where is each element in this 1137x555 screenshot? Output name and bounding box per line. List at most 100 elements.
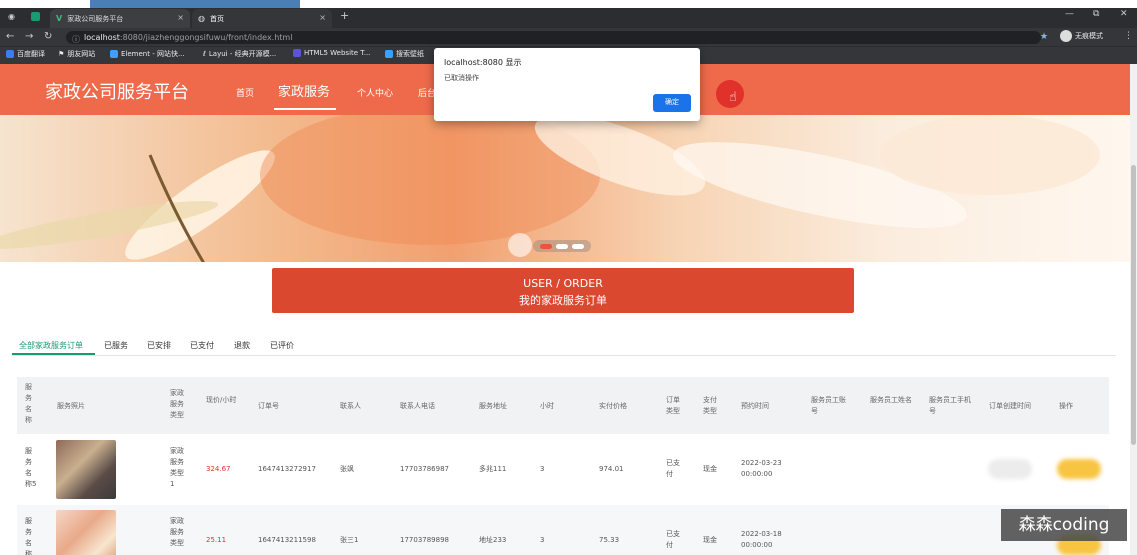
- col-pay-type: 支付类型: [703, 396, 717, 415]
- col-address: 服务地址: [479, 402, 507, 410]
- cell-paid: 974.01: [599, 465, 624, 473]
- col-hours: 小时: [540, 402, 554, 410]
- browser-menu-icon[interactable]: ◉: [8, 12, 15, 21]
- forward-icon[interactable]: →: [25, 31, 33, 42]
- close-icon[interactable]: ×: [319, 13, 326, 22]
- order-title-en: USER / ORDER: [523, 277, 603, 290]
- bookmark-item[interactable]: ℓ Layui - 经典开源模...: [203, 49, 276, 59]
- blurred-cell: [988, 459, 1032, 479]
- nav-active-underline: [274, 108, 336, 110]
- dialog-ok-button[interactable]: 确定: [653, 94, 691, 112]
- tab-all-orders[interactable]: 全部家政服务订单: [19, 340, 83, 351]
- tab-served[interactable]: 已服务: [104, 340, 128, 351]
- tab-divider: [12, 355, 1116, 356]
- tab-title: 首页: [209, 14, 224, 23]
- tab-active-underline: [12, 353, 95, 355]
- order-title-banner: USER / ORDER 我的家政服务订单: [272, 268, 854, 313]
- col-price: 现价/小时: [206, 396, 237, 404]
- col-type: 家政服务类型: [170, 389, 184, 419]
- cell-pay-type: 现金: [703, 465, 717, 473]
- bookmark-star-icon[interactable]: ★: [1040, 32, 1048, 42]
- cell-hours: 3: [540, 465, 545, 473]
- bookmark-item[interactable]: Element - 网站快...: [110, 49, 185, 59]
- col-staff-account: 服务员工账号: [811, 396, 846, 415]
- maximize-button[interactable]: ⧉: [1093, 9, 1099, 19]
- close-icon[interactable]: ×: [177, 13, 184, 22]
- vue-icon: V: [56, 14, 63, 23]
- cell-type: 家政服务类型1: [170, 447, 184, 488]
- app-icon[interactable]: [31, 12, 40, 21]
- carousel-dot[interactable]: [540, 243, 552, 249]
- col-actions: 操作: [1059, 402, 1073, 410]
- cell-type: 家政服务类型: [170, 517, 184, 547]
- hand-cursor-icon: ☝: [729, 90, 737, 105]
- bookmark-item[interactable]: 百度翻译: [6, 49, 45, 59]
- info-icon[interactable]: ⓘ: [72, 33, 80, 46]
- url-path: :8080/jiazhenggongsifuwu/front/index.htm…: [119, 33, 293, 42]
- new-tab-button[interactable]: +: [340, 9, 349, 22]
- carousel-dot[interactable]: [556, 243, 568, 249]
- cell-price: 25.11: [206, 536, 227, 544]
- tab-paid[interactable]: 已支付: [190, 340, 214, 351]
- nav-profile[interactable]: 个人中心: [357, 86, 393, 99]
- order-title-zh: 我的家政服务订单: [519, 294, 607, 307]
- incognito-label: 无痕模式: [1075, 32, 1103, 40]
- tab-home[interactable]: ◍ 首页 ×: [192, 9, 332, 28]
- cell-phone: 17703786987: [400, 465, 449, 473]
- back-icon[interactable]: ←: [6, 31, 14, 42]
- cell-contact: 张三1: [340, 536, 359, 544]
- cell-phone: 17703789898: [400, 536, 449, 544]
- reload-icon[interactable]: ↻: [44, 31, 52, 42]
- flag-icon: ⚑: [58, 50, 65, 58]
- col-contact: 联系人: [340, 402, 361, 410]
- url-input[interactable]: ⓘ localhost:8080/jiazhenggongsifuwu/fron…: [66, 31, 1041, 44]
- watermark: 森森coding: [1001, 509, 1127, 541]
- site-logo[interactable]: 家政公司服务平台: [45, 78, 189, 104]
- window-close-button[interactable]: ✕: [1120, 9, 1128, 19]
- bookmark-icon: [385, 50, 393, 58]
- bookmark-label: 朋友网站: [67, 50, 96, 58]
- nav-home[interactable]: 首页: [236, 86, 254, 99]
- col-order-no: 订单号: [258, 402, 279, 410]
- col-service-name: 服务名称: [25, 383, 32, 424]
- tab-refund[interactable]: 退款: [234, 340, 250, 351]
- bookmark-label: Element - 网站快...: [121, 50, 185, 58]
- tab-jiazheng[interactable]: V 家政公司服务平台 ×: [50, 9, 190, 28]
- cell-service-name: 服务名称: [25, 517, 32, 555]
- cell-service-name: 服务名称5: [25, 447, 37, 488]
- tab-title: 家政公司服务平台: [67, 14, 124, 23]
- bookmark-icon: [6, 50, 14, 58]
- url-host: localhost: [84, 33, 120, 42]
- action-button[interactable]: [1057, 459, 1101, 479]
- bookmark-label: 搜索壁纸: [396, 50, 424, 58]
- cell-order-no: 1647413272917: [258, 465, 316, 473]
- tab-reviewed[interactable]: 已评价: [270, 340, 294, 351]
- layui-icon: ℓ: [203, 50, 206, 58]
- carousel-dots: [533, 240, 591, 252]
- bookmark-item[interactable]: HTML5 Website T...: [293, 49, 370, 57]
- cell-appoint: 2022-03-18 00:00:00: [741, 530, 782, 549]
- cell-address: 多兆111: [479, 465, 507, 473]
- service-photo[interactable]: [56, 510, 116, 555]
- cell-appoint: 2022-03-23 00:00:00: [741, 459, 782, 478]
- incognito-indicator[interactable]: 无痕模式: [1060, 30, 1103, 42]
- scrollbar-thumb[interactable]: [1131, 165, 1136, 445]
- screen: ◉ V 家政公司服务平台 × ◍ 首页 × + — ⧉ ✕ ← → ↻ ⓘ lo…: [0, 0, 1137, 555]
- col-phone: 联系人电话: [400, 402, 435, 410]
- bookmark-item[interactable]: 搜索壁纸: [385, 49, 424, 59]
- cell-price: 324.67: [206, 465, 231, 473]
- minimize-button[interactable]: —: [1065, 9, 1074, 19]
- more-menu-icon[interactable]: ⋮: [1124, 31, 1133, 41]
- carousel-dot[interactable]: [572, 243, 584, 249]
- col-photo: 服务照片: [57, 402, 85, 410]
- alert-dialog: localhost:8080 显示 已取消操作 确定: [434, 48, 700, 121]
- bookmark-label: HTML5 Website T...: [304, 49, 371, 57]
- col-staff-phone: 服务员工手机号: [929, 396, 971, 415]
- bookmark-label: Layui - 经典开源模...: [208, 50, 277, 58]
- cell-order-type: 已支付: [666, 530, 680, 549]
- tab-arranged[interactable]: 已安排: [147, 340, 171, 351]
- nav-service[interactable]: 家政服务: [278, 81, 330, 100]
- service-photo[interactable]: [56, 440, 116, 499]
- col-staff-name: 服务员工姓名: [870, 396, 912, 404]
- bookmark-item[interactable]: ⚑ 朋友网站: [58, 49, 95, 59]
